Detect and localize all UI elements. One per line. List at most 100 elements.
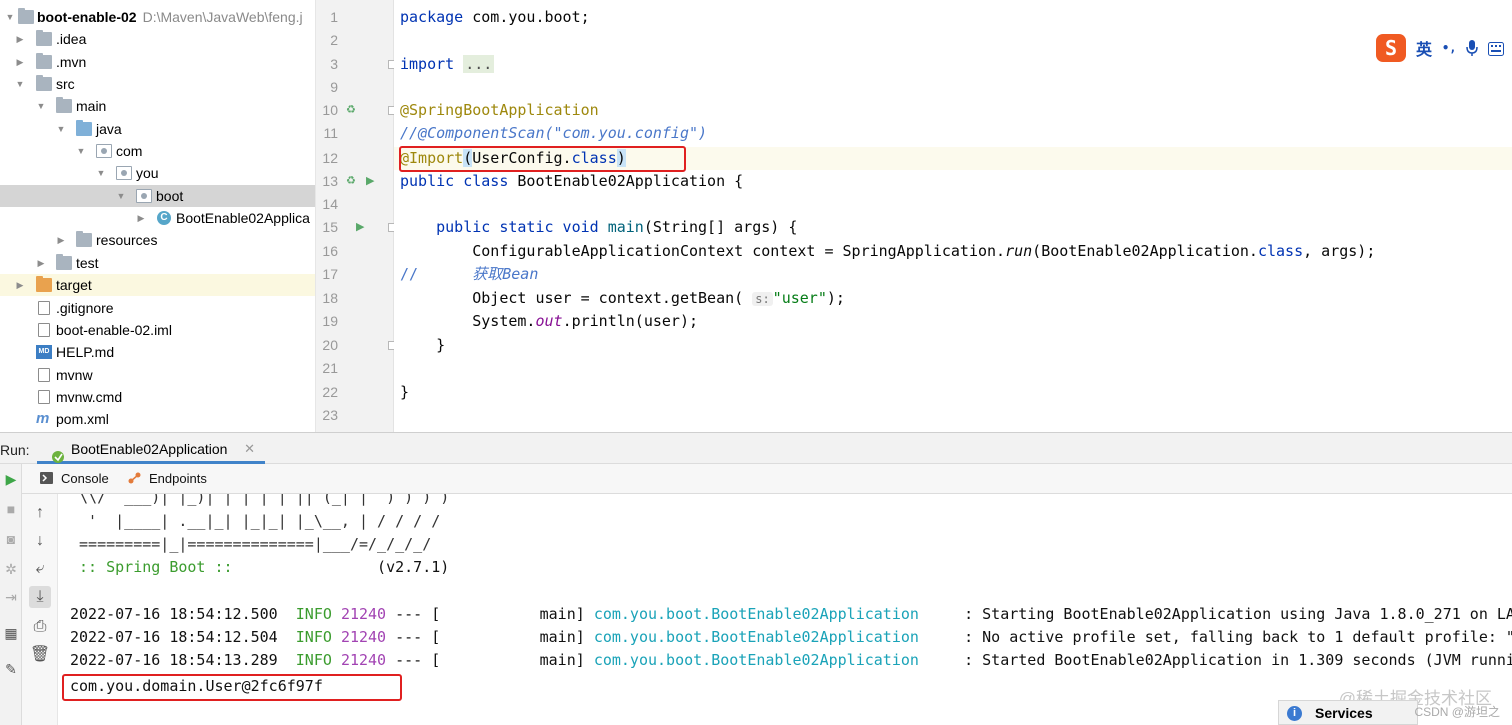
trash-icon[interactable]: 🗑 bbox=[29, 644, 51, 666]
folded-imports[interactable]: ... bbox=[463, 55, 495, 73]
soft-wrap-icon[interactable]: ⤶ bbox=[29, 558, 51, 580]
print-icon[interactable]: ⎙ bbox=[29, 616, 51, 638]
resources-folder-icon bbox=[76, 231, 92, 247]
chevron-down-icon[interactable]: ▼ bbox=[95, 162, 107, 184]
tree-label: .mvn bbox=[56, 54, 87, 70]
spring-bean-icon[interactable]: ♻ bbox=[346, 170, 356, 193]
keyboard-icon[interactable] bbox=[1488, 41, 1505, 56]
script-icon bbox=[38, 368, 50, 382]
arrow-up-icon[interactable]: ↑ bbox=[29, 502, 51, 524]
module-folder-icon bbox=[18, 8, 34, 24]
spring-bean-icon[interactable]: ♻ bbox=[346, 99, 356, 122]
line-number: 2 bbox=[330, 32, 338, 48]
tree-item-mvn[interactable]: ▶ .mvn bbox=[0, 51, 315, 73]
parameter-hint: s: bbox=[752, 292, 773, 306]
excluded-folder-icon bbox=[36, 276, 52, 292]
tree-label: mvnw.cmd bbox=[56, 389, 123, 405]
tree-root[interactable]: ▼ boot-enable-02 D:\Maven\JavaWeb\feng.j bbox=[0, 6, 315, 28]
services-button[interactable]: i Services bbox=[1278, 700, 1418, 725]
chevron-down-icon[interactable]: ▼ bbox=[14, 73, 26, 95]
chevron-down-icon[interactable]: ▼ bbox=[4, 6, 16, 28]
chevron-down-icon[interactable]: ▼ bbox=[75, 140, 87, 162]
sogou-ime-icon[interactable]: S bbox=[1376, 34, 1406, 62]
ime-punct-toggle[interactable]: •, bbox=[1442, 41, 1456, 55]
chevron-right-icon[interactable]: ▶ bbox=[35, 252, 47, 274]
code-line-22: } bbox=[400, 383, 410, 401]
module-file-icon bbox=[38, 323, 50, 337]
chevron-right-icon[interactable]: ▶ bbox=[14, 51, 26, 73]
chevron-right-icon[interactable]: ▶ bbox=[135, 207, 147, 229]
tree-item-java[interactable]: ▼ java bbox=[0, 118, 315, 140]
code-line-11: //@ComponentScan("com.you.config") bbox=[400, 124, 708, 142]
tree-item-main-class[interactable]: ▶ C BootEnable02Applica bbox=[0, 207, 315, 229]
camera-icon[interactable]: ◙ bbox=[2, 530, 20, 548]
run-tool-window-header: Run: BootEnable02Application ✕ bbox=[0, 432, 1512, 464]
code-line-3: import ... bbox=[400, 55, 495, 73]
tree-item-help[interactable]: MD HELP.md bbox=[0, 341, 315, 363]
folder-icon bbox=[36, 75, 52, 91]
line-number: 10 bbox=[322, 102, 338, 118]
run-config-tab[interactable]: BootEnable02Application ✕ bbox=[37, 433, 265, 464]
rerun-icon[interactable]: ▶ bbox=[2, 470, 20, 488]
arrow-down-icon[interactable]: ↓ bbox=[29, 530, 51, 552]
chevron-down-icon[interactable]: ▼ bbox=[55, 118, 67, 140]
code-line-16: ConfigurableApplicationContext context =… bbox=[472, 242, 1376, 260]
chevron-down-icon[interactable]: ▼ bbox=[35, 95, 47, 117]
chevron-right-icon[interactable]: ▶ bbox=[55, 229, 67, 251]
console-output[interactable]: \\/ ___)| |_)| | | | | || (_| | ) ) ) ) … bbox=[58, 494, 1512, 725]
tree-label: .gitignore bbox=[56, 300, 114, 316]
tree-label: main bbox=[76, 98, 107, 114]
tab-endpoints[interactable]: Endpoints bbox=[128, 471, 207, 486]
code-editor[interactable]: package com.you.boot; import ... @Spring… bbox=[394, 0, 1512, 432]
tree-item-com[interactable]: ▼ com bbox=[0, 140, 315, 162]
chevron-right-icon[interactable]: ▶ bbox=[14, 28, 26, 50]
banner-line: =========|_|==============|___/=/_/_/_/ bbox=[70, 535, 432, 553]
tree-item-boot[interactable]: ▼ boot bbox=[0, 185, 315, 207]
line-number: 1 bbox=[330, 9, 338, 25]
log-line: 2022-07-16 18:54:13.289 INFO 21240 --- [… bbox=[70, 651, 1512, 669]
tree-item-main[interactable]: ▼ main bbox=[0, 95, 315, 117]
script-icon bbox=[38, 390, 50, 404]
tree-item-iml[interactable]: boot-enable-02.iml bbox=[0, 319, 315, 341]
file-icon bbox=[38, 301, 50, 315]
tree-item-gitignore[interactable]: .gitignore bbox=[0, 297, 315, 319]
scroll-to-end-icon[interactable]: ⤓ bbox=[29, 586, 51, 608]
code-line-18: Object user = context.getBean( s: "user")… bbox=[472, 289, 845, 307]
tree-item-idea[interactable]: ▶ .idea bbox=[0, 28, 315, 50]
tree-item-you[interactable]: ▼ you bbox=[0, 162, 315, 184]
tree-label: java bbox=[96, 121, 122, 137]
folder-icon bbox=[56, 97, 72, 113]
chevron-down-icon[interactable]: ▼ bbox=[115, 185, 127, 207]
source-folder-icon bbox=[76, 120, 92, 136]
code-line-13: public class BootEnable02Application { bbox=[400, 172, 744, 190]
stop-icon[interactable]: ■ bbox=[2, 500, 20, 518]
line-number: 9 bbox=[330, 79, 338, 95]
close-icon[interactable]: ✕ bbox=[244, 433, 255, 465]
run-gutter-icon[interactable]: ▶ bbox=[366, 170, 374, 193]
chevron-right-icon[interactable]: ▶ bbox=[14, 274, 26, 296]
line-number: 21 bbox=[322, 360, 338, 376]
output-annotation-box bbox=[62, 674, 402, 701]
run-gutter-icon[interactable]: ▶ bbox=[356, 216, 364, 239]
login-icon[interactable]: ⇥ bbox=[2, 588, 20, 606]
tree-item-resources[interactable]: ▶ resources bbox=[0, 229, 315, 251]
tab-console[interactable]: Console bbox=[40, 471, 109, 486]
tree-label: .idea bbox=[56, 31, 87, 47]
tree-item-target[interactable]: ▶ target bbox=[0, 274, 315, 296]
info-icon: i bbox=[1287, 706, 1302, 721]
debug-icon[interactable]: ✲ bbox=[2, 560, 20, 578]
tree-label: boot bbox=[156, 188, 184, 204]
tree-item-pom[interactable]: m pom.xml bbox=[0, 408, 315, 430]
line-number: 22 bbox=[322, 384, 338, 400]
package-icon bbox=[136, 189, 152, 203]
tree-item-mvnw-cmd[interactable]: mvnw.cmd bbox=[0, 386, 315, 408]
pin-icon[interactable]: ✎ bbox=[2, 660, 20, 678]
tree-item-test[interactable]: ▶ test bbox=[0, 252, 315, 274]
ime-toolbar[interactable]: S 英 •, bbox=[1372, 32, 1512, 64]
microphone-icon[interactable] bbox=[1466, 40, 1479, 56]
tree-item-src[interactable]: ▼ src bbox=[0, 73, 315, 95]
tree-label: test bbox=[76, 255, 99, 271]
ime-language-toggle[interactable]: 英 bbox=[1416, 36, 1432, 60]
layout-icon[interactable]: ▦ bbox=[2, 624, 20, 642]
tree-item-mvnw[interactable]: mvnw bbox=[0, 364, 315, 386]
